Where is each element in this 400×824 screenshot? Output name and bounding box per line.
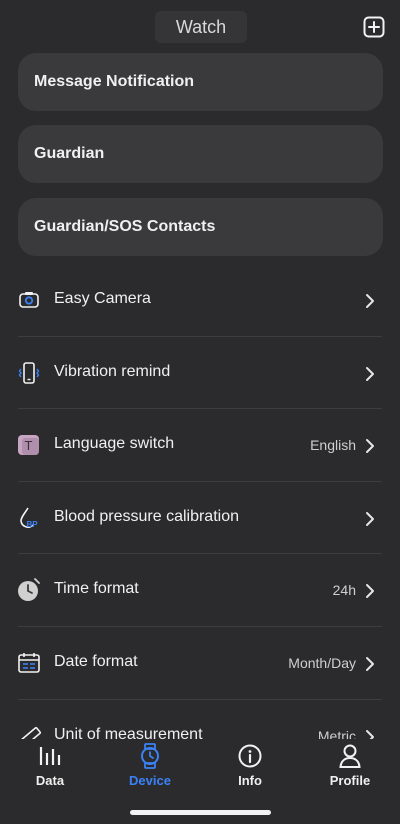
tab-label: Device xyxy=(129,773,171,788)
svg-text:T: T xyxy=(25,438,33,453)
tab-label: Data xyxy=(35,773,65,788)
watch-icon xyxy=(141,743,159,769)
settings-row-easy-camera[interactable]: Easy Camera xyxy=(0,264,400,337)
card-label: Guardian xyxy=(34,145,105,162)
row-label: Easy Camera xyxy=(54,290,151,307)
chevron-right-icon xyxy=(366,511,374,526)
chevron-right-icon xyxy=(366,366,374,381)
chevron-right-icon xyxy=(366,439,374,454)
header: Watch xyxy=(0,0,400,54)
tab-device[interactable]: Device xyxy=(110,743,190,793)
settings-row-vibration-remind[interactable]: Vibration remind xyxy=(0,337,400,410)
tab-profile[interactable]: Profile xyxy=(310,743,390,793)
row-value: English xyxy=(310,437,356,454)
row-label: Language switch xyxy=(54,435,175,453)
plus-square-icon[interactable] xyxy=(363,16,385,38)
card-guardian[interactable]: Guardian xyxy=(18,125,383,183)
row-label: Date format xyxy=(54,652,138,670)
settings-list: Easy Camera Vibration remind T Language … xyxy=(0,264,400,772)
settings-row-date-format[interactable]: Date format Month/Day xyxy=(0,627,400,700)
settings-row-language-switch[interactable]: T Language switch English xyxy=(0,409,400,482)
card-label: Message Notification xyxy=(34,73,195,90)
person-icon xyxy=(339,744,361,768)
tab-label: Profile xyxy=(329,773,371,788)
card-label: Guardian/SOS Contacts xyxy=(34,218,216,235)
card-message-notification[interactable]: Message Notification xyxy=(18,53,383,111)
row-value: 24h xyxy=(332,582,356,599)
info-icon xyxy=(238,744,262,768)
chevron-right-icon xyxy=(366,656,374,671)
settings-row-blood-pressure-calibration[interactable]: BP Blood pressure calibration xyxy=(0,482,400,555)
row-label: Vibration remind xyxy=(54,362,171,380)
bar-chart-icon xyxy=(39,747,61,765)
card-guardian-sos-contacts[interactable]: Guardian/SOS Contacts xyxy=(18,198,383,256)
row-value: Month/Day xyxy=(288,654,356,671)
tab-label: Info xyxy=(238,773,262,788)
clock-icon xyxy=(18,578,40,602)
phone-vibrate-icon xyxy=(18,361,40,384)
text-t-icon: T xyxy=(18,435,39,456)
chevron-right-icon xyxy=(366,294,374,308)
camera-icon xyxy=(19,292,39,308)
chevron-right-icon xyxy=(366,584,374,599)
settings-row-time-format[interactable]: Time format 24h xyxy=(0,554,400,627)
tab-info[interactable]: Info xyxy=(210,743,290,793)
home-indicator xyxy=(130,810,271,815)
blood-drop-bp-icon: BP xyxy=(20,507,38,529)
svg-text:BP: BP xyxy=(26,520,38,529)
row-label: Time format xyxy=(54,580,139,598)
calendar-icon xyxy=(18,652,40,673)
tab-data[interactable]: Data xyxy=(10,743,90,793)
row-label: Blood pressure calibration xyxy=(54,507,239,525)
page-title: Watch xyxy=(155,11,247,43)
